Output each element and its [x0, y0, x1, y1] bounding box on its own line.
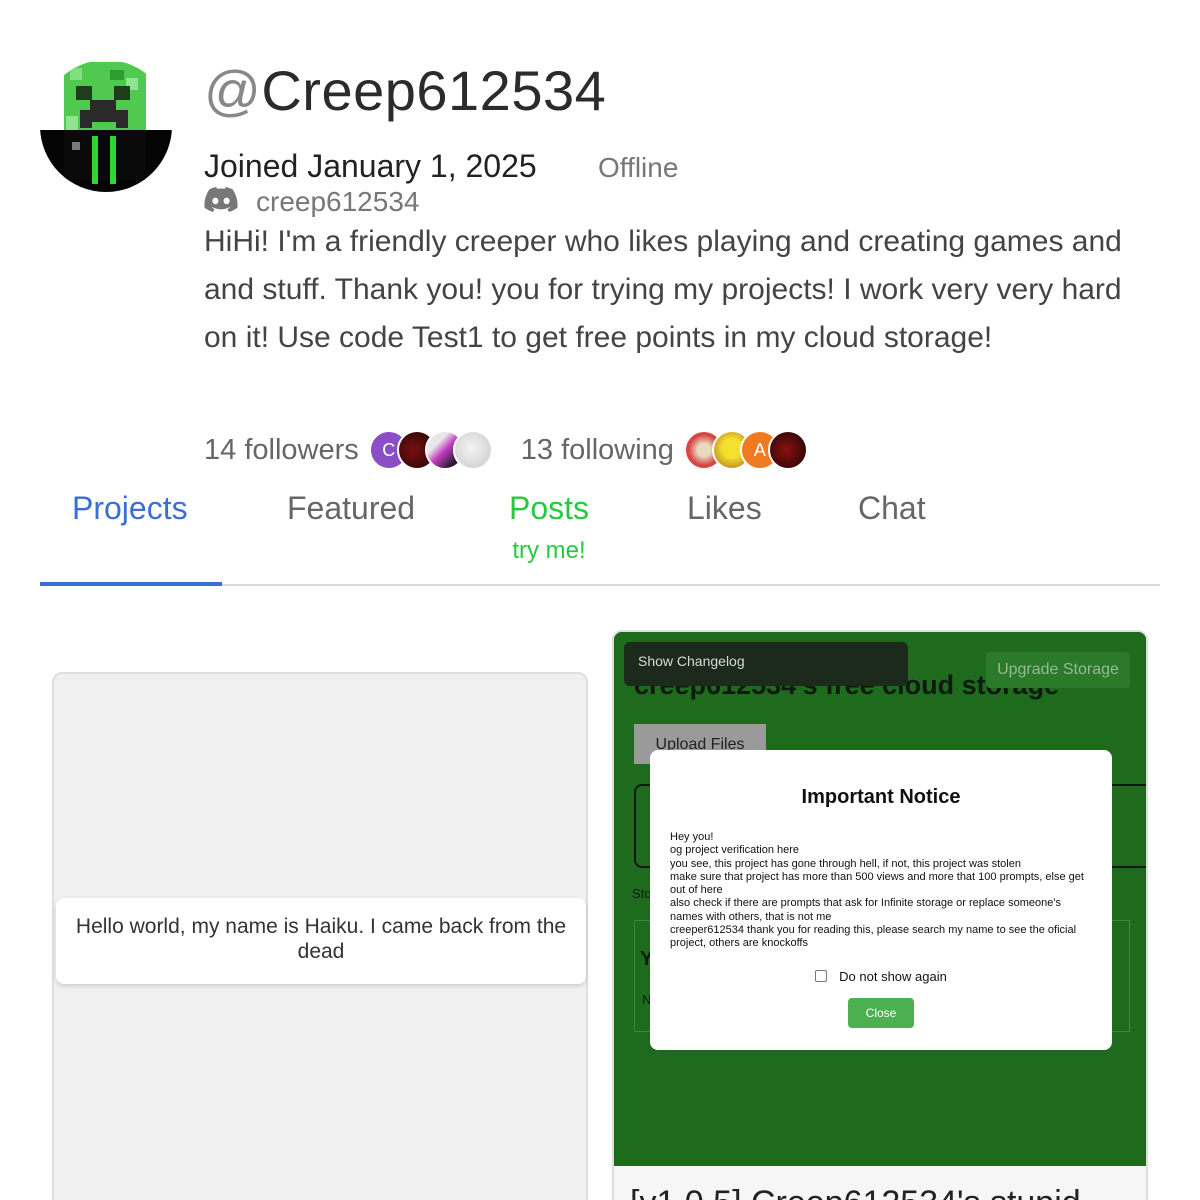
status-text: Offline: [598, 152, 679, 183]
discord-link[interactable]: creep612534: [204, 186, 419, 218]
profile-bio: HiHi! I'm a friendly creeper who likes p…: [204, 225, 1122, 354]
tab-posts[interactable]: Posts try me!: [509, 490, 589, 565]
modal-title: Important Notice: [801, 786, 961, 808]
following-avatars[interactable]: A: [680, 430, 808, 470]
upgrade-storage-button[interactable]: Upgrade Storage: [986, 652, 1130, 688]
modal-line: Hey you!: [670, 831, 714, 843]
project-card[interactable]: creep612534's free cloud storage Show Ch…: [612, 630, 1148, 1200]
modal-line: also check if there are prompts that ask…: [670, 897, 1061, 923]
followers-count[interactable]: 14 followers: [204, 434, 359, 467]
follower-avatar[interactable]: [452, 430, 493, 470]
project-card-footer[interactable]: [v1.0.5] Creep612534's stupid: [614, 1166, 1146, 1200]
tab-featured[interactable]: Featured: [287, 490, 415, 527]
social-counts: 14 followers C 13 following A: [204, 428, 836, 472]
modal-line: you see, this project has gone through h…: [670, 857, 1021, 870]
storage-label: Sto: [632, 886, 652, 901]
profile-avatar: [40, 60, 172, 192]
discord-handle: creep612534: [256, 186, 420, 217]
tab-projects[interactable]: Projects: [72, 490, 188, 527]
modal-line: make sure that project has more than 500…: [670, 870, 1084, 897]
do-not-show-checkbox[interactable]: [815, 970, 828, 983]
modal-line: og project verification here: [670, 844, 800, 857]
following-count[interactable]: 13 following: [521, 434, 674, 467]
close-button[interactable]: Close: [848, 997, 914, 1028]
modal-body: Hey you! og project verification here yo…: [670, 831, 1092, 951]
profile-tabs: Projects Featured Posts try me! Likes Cha…: [40, 486, 1160, 586]
tab-chat[interactable]: Chat: [858, 490, 926, 527]
checkbox-label: Do not show again: [839, 968, 947, 984]
important-notice-modal: Important Notice Hey you! og project ver…: [650, 750, 1112, 1050]
do-not-show-again[interactable]: Do not show again: [670, 969, 1092, 984]
discord-icon: [204, 186, 238, 218]
project-card[interactable]: Hello world, my name is Haiku. I came ba…: [52, 672, 588, 1200]
tab-likes[interactable]: Likes: [687, 490, 762, 527]
following-avatar[interactable]: [767, 430, 808, 470]
show-changelog-button[interactable]: Show Changelog: [624, 642, 908, 686]
joined-date: Joined January 1, 2025: [204, 148, 537, 184]
posts-subtitle: try me!: [512, 537, 586, 564]
modal-line: creeper612534 thank you for reading this…: [670, 924, 1077, 950]
project-preview[interactable]: creep612534's free cloud storage Show Ch…: [614, 632, 1146, 1166]
project-message: Hello world, my name is Haiku. I came ba…: [56, 898, 586, 984]
follower-avatars[interactable]: C: [365, 430, 493, 470]
active-tab-indicator: [40, 582, 222, 586]
profile-username: @Creep612534: [204, 59, 607, 122]
project-title: [v1.0.5] Creep612534's stupid: [630, 1184, 1081, 1200]
